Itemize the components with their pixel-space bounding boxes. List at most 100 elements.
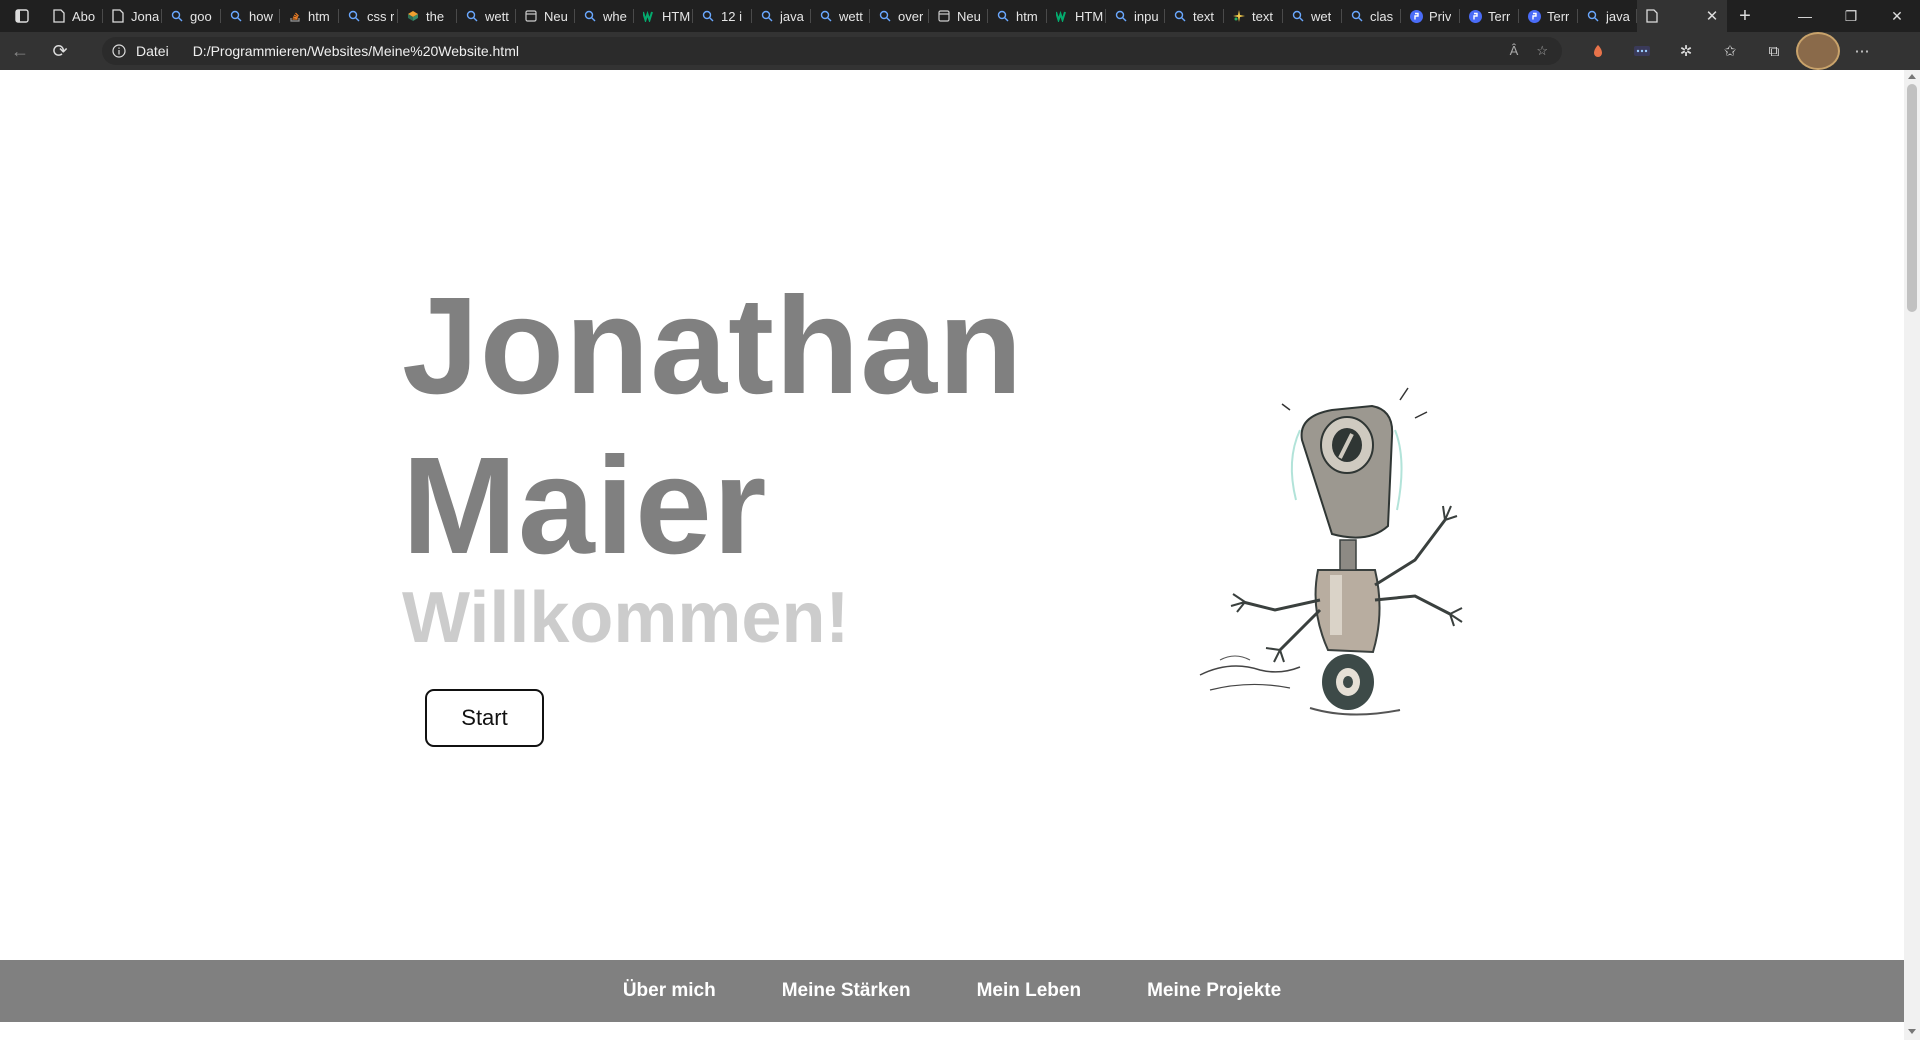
back-button[interactable]: ← [0, 32, 40, 70]
scroll-thumb[interactable] [1907, 84, 1917, 312]
tab-actions-button[interactable] [0, 0, 44, 32]
search-icon [878, 9, 892, 23]
profile-avatar[interactable] [1796, 32, 1840, 70]
tab-label: java [780, 8, 804, 24]
browser-tab[interactable]: 12 i [693, 0, 752, 32]
browser-tab[interactable]: css r [339, 0, 398, 32]
browser-tab[interactable]: clas [1342, 0, 1401, 32]
favorites-icon[interactable]: ✩ [1708, 32, 1752, 70]
browser-tab[interactable]: HTM [634, 0, 693, 32]
search-icon [760, 9, 774, 23]
search-icon [347, 9, 361, 23]
tab-label: Priv [1429, 8, 1452, 24]
nav-link[interactable]: Mein Leben [977, 980, 1082, 1002]
info-icon[interactable] [102, 44, 136, 58]
nav-link[interactable]: Meine Projekte [1147, 980, 1281, 1002]
tab-active[interactable] [1637, 0, 1697, 32]
window-controls: — ❐ ✕ [1782, 0, 1920, 32]
close-tab-icon[interactable]: ✕ [1697, 0, 1727, 32]
back-arrow-icon: ← [11, 40, 29, 61]
collections-icon[interactable]: ⧉ [1752, 32, 1796, 70]
browser-tab[interactable]: goo [162, 0, 221, 32]
nav-link[interactable]: Meine Stärken [782, 980, 911, 1002]
address-bar-actions: Â ☆ [1510, 43, 1562, 59]
search-icon [465, 9, 479, 23]
browser-tab[interactable]: java [1578, 0, 1637, 32]
browser-tab[interactable]: Priv [1401, 0, 1460, 32]
read-aloud-icon[interactable]: Â [1510, 43, 1519, 59]
tab-label: wett [839, 8, 863, 24]
nav-link[interactable]: Über mich [623, 980, 716, 1002]
w3schools-icon [1055, 9, 1069, 23]
browser-tab[interactable]: the [398, 0, 457, 32]
robot-illustration [1199, 387, 1463, 716]
browser-tab[interactable]: inpu [1106, 0, 1165, 32]
browser-tab[interactable]: wett [811, 0, 870, 32]
site-info-label[interactable]: Datei [136, 43, 169, 59]
browser-tab[interactable]: text [1165, 0, 1224, 32]
browser-tab[interactable]: text [1224, 0, 1283, 32]
browser-tab[interactable]: whe [575, 0, 634, 32]
minimize-icon[interactable]: — [1782, 0, 1828, 32]
tab-label: htm [308, 8, 330, 24]
bitwarden-icon[interactable] [1620, 32, 1664, 70]
extension-icon[interactable] [1576, 32, 1620, 70]
search-icon [996, 9, 1010, 23]
search-icon [170, 9, 184, 23]
tab-label: java [1606, 8, 1630, 24]
start-button[interactable]: Start [425, 689, 544, 747]
tab-label: Abo [72, 8, 96, 24]
tab-label: how [249, 8, 273, 24]
browser-tab[interactable]: Neu [929, 0, 988, 32]
browser-tab[interactable]: over [870, 0, 929, 32]
page-scrollbar[interactable] [1904, 70, 1920, 1040]
proton-icon [1468, 9, 1482, 23]
tab-strip: Abo Jona goo how htm css r the wett Neu whe HTM 12 … [44, 0, 1637, 32]
browser-tab[interactable]: how [221, 0, 280, 32]
page-icon [111, 9, 125, 23]
search-icon [1586, 9, 1600, 23]
tab-label: htm [1016, 8, 1038, 24]
newtab-icon [937, 9, 951, 23]
search-icon [1114, 9, 1128, 23]
browser-tab[interactable]: htm [988, 0, 1047, 32]
new-tab-button[interactable]: + [1727, 0, 1763, 32]
tab-label: HTM [662, 8, 691, 24]
browser-tab[interactable]: java [752, 0, 811, 32]
add-favorite-icon[interactable]: ☆ [1536, 43, 1548, 59]
reload-button[interactable]: ⟳ [40, 32, 80, 70]
tab-label: over [898, 8, 924, 24]
cube-icon [406, 9, 420, 23]
search-icon [819, 9, 833, 23]
scroll-up-icon[interactable] [1908, 74, 1916, 79]
browser-tab[interactable]: htm [280, 0, 339, 32]
browser-tab[interactable]: HTM [1047, 0, 1106, 32]
restore-icon[interactable]: ❐ [1828, 0, 1874, 32]
reload-icon: ⟳ [52, 40, 68, 61]
tab-label: HTM [1075, 8, 1104, 24]
proton-icon [1409, 9, 1423, 23]
close-window-icon[interactable]: ✕ [1874, 0, 1920, 32]
browser-tab[interactable]: Terr [1460, 0, 1519, 32]
tab-label: text [1193, 8, 1214, 24]
tab-label: goo [190, 8, 212, 24]
browser-tab[interactable]: Jona [103, 0, 162, 32]
more-menu-icon[interactable]: ⋯ [1840, 32, 1884, 70]
tab-label: text [1252, 8, 1273, 24]
newtab-icon [524, 9, 538, 23]
toolbar-icons: ✲ ✩ ⧉ ⋯ [1576, 32, 1884, 70]
browser-tab[interactable]: Abo [44, 0, 103, 32]
scroll-down-icon[interactable] [1908, 1029, 1916, 1034]
browser-tab[interactable]: wet [1283, 0, 1342, 32]
url-text[interactable]: D:/Programmieren/Websites/Meine%20Websit… [193, 43, 519, 59]
tab-label: wett [485, 8, 509, 24]
browser-tab[interactable]: Neu [516, 0, 575, 32]
tab-label: inpu [1134, 8, 1159, 24]
search-icon [1350, 9, 1364, 23]
tab-label: wet [1311, 8, 1332, 24]
browser-tab[interactable]: wett [457, 0, 516, 32]
browser-tab[interactable]: Terr [1519, 0, 1578, 32]
address-bar[interactable]: Datei D:/Programmieren/Websites/Meine%20… [102, 37, 1562, 65]
tab-label: the [426, 8, 445, 24]
extensions-puzzle-icon[interactable]: ✲ [1664, 32, 1708, 70]
